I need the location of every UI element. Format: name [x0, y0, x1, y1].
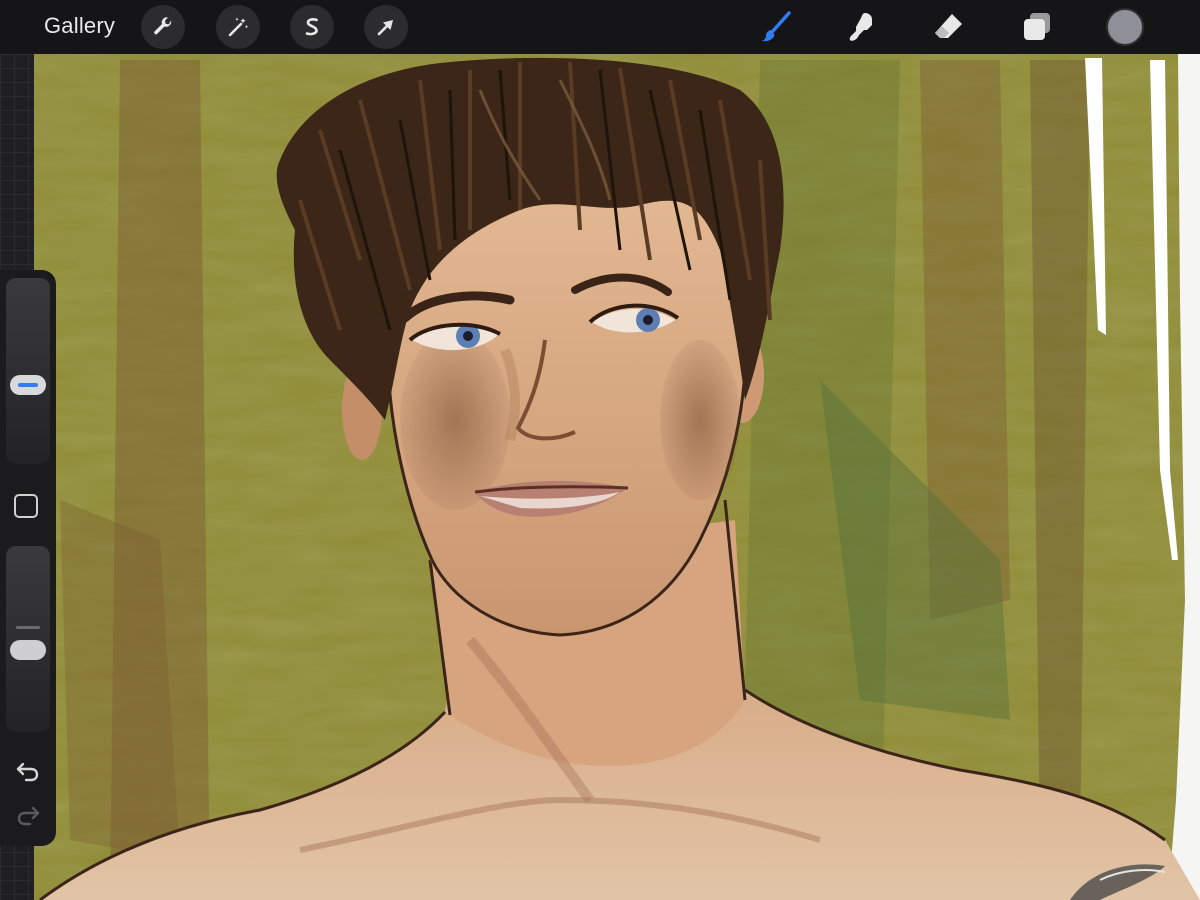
- wrench-icon: [154, 17, 172, 35]
- redo-arrow-icon[interactable]: [14, 802, 42, 830]
- opacity-slider[interactable]: [6, 546, 50, 732]
- eraser-tool-button[interactable]: [929, 7, 969, 47]
- left-sidebar: [0, 270, 56, 846]
- brush-size-slider[interactable]: [6, 278, 50, 464]
- arrow-cursor-icon: [377, 20, 393, 36]
- opacity-handle[interactable]: [10, 640, 46, 661]
- layers-icon: [1024, 13, 1050, 40]
- eraser-icon: [935, 14, 962, 38]
- brush-tool-button[interactable]: [756, 7, 796, 47]
- active-indicator: [18, 383, 38, 388]
- color-picker-button[interactable]: [1106, 8, 1144, 46]
- smudge-tool-button[interactable]: [842, 7, 882, 47]
- brush-size-handle[interactable]: [10, 375, 46, 396]
- transform-button[interactable]: [364, 5, 408, 49]
- opacity-tick: [16, 626, 40, 629]
- drawing-canvas[interactable]: [0, 54, 1200, 900]
- painting-artwork: [0, 54, 1200, 900]
- brush-icon: [762, 11, 791, 42]
- actions-button[interactable]: [141, 5, 185, 49]
- top-toolbar: Gallery: [0, 0, 1200, 54]
- magic-wand-icon: [228, 17, 249, 37]
- modify-button[interactable]: [14, 494, 38, 518]
- gallery-button[interactable]: Gallery: [44, 13, 115, 39]
- selection-s-icon: [305, 18, 318, 36]
- layers-tool-button[interactable]: [1017, 7, 1057, 47]
- undo-arrow-icon[interactable]: [14, 758, 42, 786]
- selection-button[interactable]: [290, 5, 334, 49]
- smudge-finger-icon: [849, 13, 872, 41]
- adjustments-button[interactable]: [216, 5, 260, 49]
